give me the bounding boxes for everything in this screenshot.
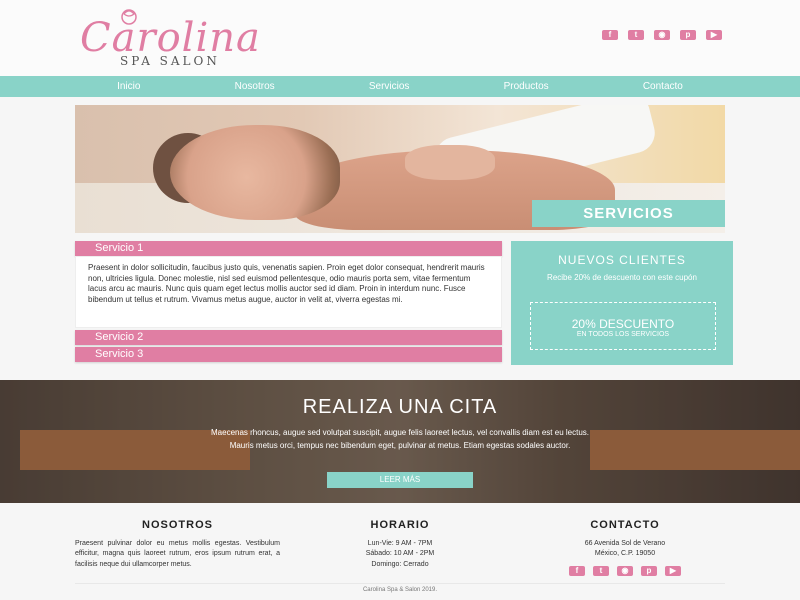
contact-line: México, C.P. 19050 — [594, 550, 656, 558]
appointment-title: REALIZA UNA CITA — [302, 396, 498, 418]
nav-servicios[interactable]: Servicios — [369, 81, 410, 92]
footer-contact-title: CONTACTO — [590, 519, 660, 531]
site-header: Carolina SPA SALON f t ◉ p ▶ — [0, 0, 800, 76]
youtube-icon[interactable]: ▶ — [665, 565, 681, 576]
nav-productos[interactable]: Productos — [504, 81, 549, 92]
hero-banner: SERVICIOS — [75, 105, 725, 233]
copyright: Carolina Spa & Salon 2019. — [362, 587, 438, 593]
coupon-note: EN TODOS LOS SERVICIOS — [576, 331, 670, 338]
site-footer: NOSOTROS Praesent pulvinar dolor eu metu… — [0, 503, 800, 600]
footer-about-title: NOSOTROS — [142, 519, 213, 531]
accordion-servicio-3[interactable]: Servicio 3 — [75, 347, 502, 362]
main-nav: Inicio Nosotros Servicios Productos Cont… — [0, 76, 800, 97]
hero-label: SERVICIOS — [532, 200, 725, 227]
promo-card: NUEVOS CLIENTES Recibe 20% de descuento … — [511, 241, 733, 365]
footer-about: NOSOTROS Praesent pulvinar dolor eu metu… — [75, 519, 280, 570]
pinterest-icon[interactable]: p — [680, 30, 696, 40]
nav-inicio[interactable]: Inicio — [117, 81, 140, 92]
instagram-icon[interactable]: ◉ — [654, 30, 670, 40]
social-links-bottom: f t ◉ p ▶ — [525, 565, 725, 576]
footer-divider — [75, 583, 725, 584]
twitter-icon[interactable]: t — [593, 565, 609, 576]
accordion-body: Praesent in dolor sollicitudin, faucibus… — [75, 256, 502, 328]
social-links-top: f t ◉ p ▶ — [602, 30, 722, 40]
spa-bed-right — [590, 430, 800, 470]
coupon-discount: 20% DESCUENTO — [571, 317, 675, 331]
promo-subtitle: Recibe 20% de descuento con este cupón — [547, 273, 697, 282]
appointment-section: REALIZA UNA CITA Maecenas rhoncus, augue… — [0, 380, 800, 503]
read-more-button[interactable]: LEER MÁS — [327, 472, 473, 488]
logo[interactable]: Carolina SPA SALON — [80, 6, 280, 68]
hours-line: Sábado: 10 AM - 2PM — [365, 550, 435, 558]
footer-contact: CONTACTO 66 Avenida Sol de Verano México… — [525, 519, 725, 576]
accordion-servicio-2[interactable]: Servicio 2 — [75, 330, 502, 345]
contact-line: 66 Avenida Sol de Verano — [584, 540, 666, 547]
hours-line: Lun-Vie: 9 AM - 7PM — [367, 540, 433, 547]
hero-face — [170, 125, 340, 220]
services-accordion: Servicio 1 Praesent in dolor sollicitudi… — [75, 241, 502, 362]
appointment-text: Maecenas rhoncus, augue sed volutpat sus… — [211, 428, 589, 450]
coupon-box: 20% DESCUENTO EN TODOS LOS SERVICIOS — [530, 302, 716, 350]
footer-about-text: Praesent pulvinar dolor eu metus mollis … — [75, 540, 280, 568]
youtube-icon[interactable]: ▶ — [706, 30, 722, 40]
footer-hours-title: HORARIO — [370, 519, 430, 531]
nav-nosotros[interactable]: Nosotros — [235, 81, 275, 92]
instagram-icon[interactable]: ◉ — [617, 565, 633, 576]
nav-contacto[interactable]: Contacto — [643, 81, 683, 92]
hero-hand — [405, 145, 495, 180]
accordion-servicio-1[interactable]: Servicio 1 — [75, 241, 502, 256]
footer-hours: HORARIO Lun-Vie: 9 AM - 7PM Sábado: 10 A… — [325, 519, 475, 570]
promo-title: NUEVOS CLIENTES — [558, 253, 686, 267]
facebook-icon[interactable]: f — [569, 565, 585, 576]
twitter-icon[interactable]: t — [628, 30, 644, 40]
pinterest-icon[interactable]: p — [641, 565, 657, 576]
facebook-icon[interactable]: f — [602, 30, 618, 40]
logo-name: Carolina — [80, 15, 261, 61]
hours-line: Domingo: Cerrado — [371, 560, 429, 568]
logo-tagline: SPA SALON — [120, 54, 220, 68]
